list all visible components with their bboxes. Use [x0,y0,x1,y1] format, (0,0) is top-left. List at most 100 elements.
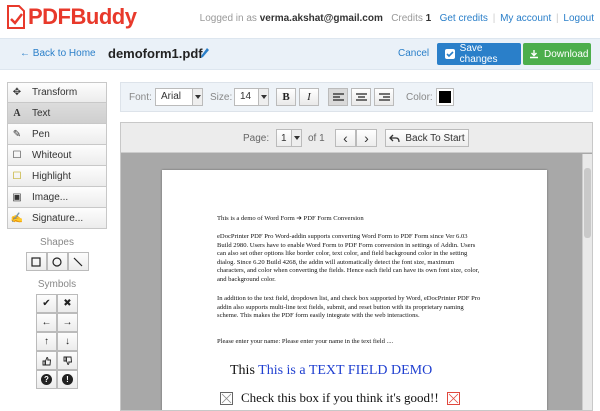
form-checkbox-red[interactable] [446,391,460,405]
bold-button[interactable]: B [276,88,296,106]
font-family-select[interactable]: Arial [155,88,203,106]
nav-separator: | [492,13,496,24]
edit-pencil-icon[interactable] [200,47,210,59]
symbol-thumbs-up-button[interactable] [36,351,57,370]
text-field-line: This This is a TEXT FIELD DEMO [230,363,432,379]
save-changes-button[interactable]: Save changes [437,43,521,65]
logout-link[interactable]: Logout [563,13,594,24]
chevron-down-icon [291,130,301,146]
font-size-value: 14 [240,91,252,102]
align-center-button[interactable] [351,88,371,106]
circle-shape-button[interactable] [46,252,68,271]
symbol-arrow-left-button[interactable]: ← [36,313,57,332]
logged-in-label: Logged in as [199,13,257,24]
color-fill [439,91,451,103]
page-select[interactable]: 1 [276,129,302,147]
back-to-home-link[interactable]: ← Back to Home [20,48,96,59]
symbol-arrow-down-button[interactable]: ↓ [57,332,78,351]
get-credits-link[interactable]: Get credits [440,13,488,24]
symbol-cross-button[interactable]: ✖ [57,294,78,313]
tool-label: Pen [32,128,50,140]
download-icon [530,50,538,59]
highlight-icon: ☐ [12,170,22,182]
arrow-up-icon: ↑ [44,336,49,347]
line-icon [73,257,83,266]
font-label: Font: [129,92,152,103]
credits-label: Credits [391,13,423,24]
vertical-scrollbar[interactable] [582,154,592,410]
tool-text[interactable]: A Text [7,103,107,124]
document-header: ← Back to Home demoform1.pdf Cancel Save… [0,38,600,70]
page-select-value: 1 [281,132,287,144]
tool-label: Highlight [32,170,71,182]
circle-icon [52,256,62,267]
tool-whiteout[interactable]: ☐ Whiteout [7,145,107,166]
scrollbar-thumb[interactable] [584,168,591,238]
question-icon: ? [41,374,52,385]
form-checkbox[interactable] [220,391,233,405]
my-account-link[interactable]: My account [500,13,551,24]
tool-highlight[interactable]: ☐ Highlight [7,166,107,187]
exclamation-icon: ! [62,374,73,385]
symbol-exclamation-button[interactable]: ! [57,370,78,389]
save-changes-label: Save changes [459,43,498,65]
prev-page-button[interactable]: ‹ [335,129,356,147]
tool-transform[interactable]: ✥ Transform [7,82,107,103]
symbol-arrow-right-button[interactable]: → [57,313,78,332]
next-page-button[interactable]: › [356,129,377,147]
move-icon: ✥ [12,87,22,98]
tool-image[interactable]: ▣ Image... [7,187,107,208]
symbols-grid: ✔ ✖ ← → ↑ ↓ ? ! [7,294,107,389]
align-left-button[interactable] [328,88,348,106]
pdf-page[interactable]: This is a demo of Word Form ➔ PDF Form C… [162,170,547,410]
rectangle-shape-button[interactable] [25,252,47,271]
text-field-demo[interactable]: This is a TEXT FIELD DEMO [258,363,432,378]
cross-icon: ✖ [63,298,72,309]
arrow-down-icon: ↓ [65,336,70,347]
top-bar: PDFBuddy Logged in as verma.akshat@gmail… [0,0,600,38]
font-size-select[interactable]: 14 [234,88,269,106]
align-center-icon [355,92,367,101]
back-to-start-button[interactable]: Back To Start [385,129,469,147]
chevron-down-icon [258,89,268,105]
symbol-arrow-up-button[interactable]: ↑ [36,332,57,351]
doc-name-line: Please enter your name: Please enter you… [217,338,394,345]
page-count: of 1 [308,133,325,144]
line-shape-button[interactable] [67,252,89,271]
doc-paragraph-2: In addition to the text field, dropdown … [217,295,481,320]
check-icon: ✔ [42,298,51,309]
arrow-right-icon: → [62,317,73,328]
user-email: verma.akshat@gmail.com [259,13,383,24]
align-left-icon [332,92,344,101]
text-color-swatch[interactable] [436,88,454,106]
download-button[interactable]: Download [523,43,591,65]
account-nav: Logged in as verma.akshat@gmail.com Cred… [200,13,594,24]
tool-signature[interactable]: ✍ Signature... [7,208,107,229]
text-icon: A [13,107,21,119]
doc-heading-line: This is a demo of Word Form ➔ PDF Form C… [217,215,364,222]
font-family-value: Arial [161,91,182,102]
checkbox-line: Check this box if you think it's good!! [220,390,468,406]
symbol-question-button[interactable]: ? [36,370,57,389]
cancel-link[interactable]: Cancel [398,48,429,59]
symbol-check-button[interactable]: ✔ [36,294,57,313]
chevron-down-icon [192,89,202,105]
doc-paragraph-1: eDocPrinter PDF Pro Word-addin supports … [217,233,480,283]
pdfbuddy-logo[interactable]: PDFBuddy [6,4,137,30]
tool-label: Text [32,107,51,119]
align-right-button[interactable] [374,88,394,106]
back-to-start-label: Back To Start [405,132,465,144]
tool-label: Whiteout [32,149,72,161]
thumbs-up-icon [42,356,51,365]
checkbox-icon [445,49,455,59]
logo-buddy: Buddy [70,4,137,29]
shapes-heading: Shapes [40,237,74,248]
tool-pen[interactable]: ✎ Pen [7,124,107,145]
italic-button[interactable]: I [299,88,319,106]
symbols-heading: Symbols [37,279,77,290]
checkbox-label: Check this box if you think it's good!! [241,390,439,405]
symbol-thumbs-down-button[interactable] [57,351,78,370]
download-label: Download [544,48,589,60]
thumbs-down-icon [63,356,72,365]
undo-arrow-icon [389,134,400,142]
